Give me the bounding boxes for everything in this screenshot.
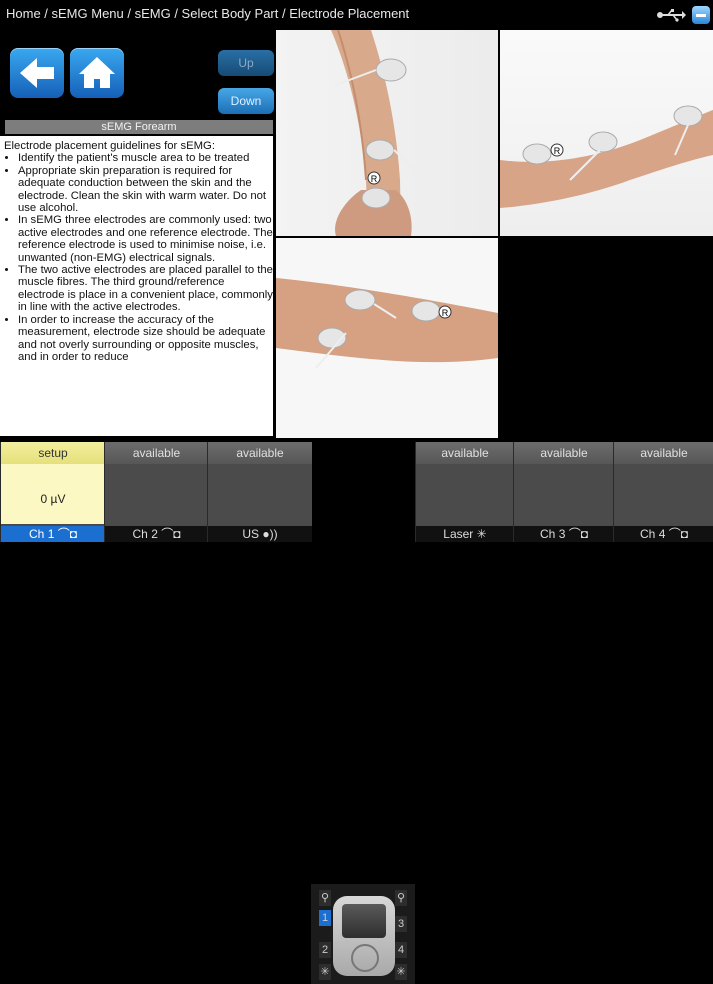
forearm-placement-image-1: R — [276, 30, 498, 236]
channel-display — [105, 464, 208, 524]
reference-electrode-label: R — [554, 146, 561, 156]
ultrasound-tile[interactable]: available US ●)) — [207, 442, 312, 542]
channel-4-tile[interactable]: available Ch 4 ⌒◘ — [613, 442, 713, 542]
device-selector[interactable]: ⚲ 1 2 ✳ ⚲ 3 4 ✳ — [311, 884, 415, 984]
channel-label: Ch 3 ⌒◘ — [514, 526, 614, 542]
channel-status: available — [208, 442, 312, 464]
channel-label: Ch 1 ⌒◘ — [1, 526, 105, 542]
slot-4[interactable]: 4 — [395, 942, 407, 958]
laser-slot-icon: ✳ — [319, 964, 331, 980]
top-bar: Home / sEMG Menu / sEMG / Select Body Pa… — [0, 0, 713, 30]
channel-status: available — [514, 442, 614, 464]
channel-status: available — [614, 442, 713, 464]
channel-2-tile[interactable]: available Ch 2 ⌒◘ — [104, 442, 208, 542]
channel-bar: setup 0 µV Ch 1 ⌒◘ available Ch 2 ⌒◘ ava… — [0, 442, 713, 984]
electrode-icon: ⌒◘ — [161, 527, 181, 541]
slot-2[interactable]: 2 — [319, 942, 331, 958]
settings-icon[interactable] — [692, 6, 710, 24]
channel-status: available — [416, 442, 514, 464]
guideline-item: In sEMG three electrodes are commonly us… — [18, 214, 273, 264]
reference-electrode-label: R — [371, 174, 378, 184]
guideline-item: The two active electrodes are placed par… — [18, 264, 273, 314]
channel-display — [514, 464, 614, 524]
usb-icon — [657, 9, 686, 22]
ultrasound-icon: ●)) — [262, 527, 278, 541]
guidelines-intro: Electrode placement guidelines for sEMG: — [4, 140, 215, 152]
channel-label: Laser ✳ — [416, 526, 514, 542]
slot-3[interactable]: 3 — [395, 916, 407, 932]
guideline-item: In order to increase the accuracy of the… — [18, 314, 273, 364]
channel-display — [208, 464, 312, 524]
laser-slot-icon: ✳ — [395, 964, 407, 980]
back-button[interactable] — [10, 48, 64, 98]
channel-display — [614, 464, 713, 524]
reference-electrode-label: R — [442, 308, 449, 318]
channel-status: available — [105, 442, 208, 464]
empty-image-slot — [500, 238, 713, 438]
channel-label: Ch 4 ⌒◘ — [614, 526, 713, 542]
breadcrumb: Home / sEMG Menu / sEMG / Select Body Pa… — [6, 6, 410, 21]
channel-display — [416, 464, 514, 524]
electrode-cable-icon: ⚲ — [395, 890, 407, 906]
guideline-item: Identify the patient's muscle area to be… — [18, 152, 273, 164]
laser-icon: ✳ — [476, 527, 487, 541]
laser-tile[interactable]: available Laser ✳ — [415, 442, 514, 542]
channel-1-tile[interactable]: setup 0 µV Ch 1 ⌒◘ — [0, 442, 105, 542]
slot-1[interactable]: 1 — [319, 910, 331, 926]
home-button[interactable] — [70, 48, 124, 98]
panel-title: sEMG Forearm — [5, 120, 273, 134]
scroll-down-button[interactable]: Down — [218, 88, 274, 114]
channel-3-tile[interactable]: available Ch 3 ⌒◘ — [513, 442, 614, 542]
guideline-item: Appropriate skin preparation is required… — [18, 165, 273, 215]
back-arrow-icon — [20, 58, 54, 88]
scroll-up-button[interactable]: Up — [218, 50, 274, 76]
electrode-icon: ⌒◘ — [568, 527, 588, 541]
channel-label: Ch 2 ⌒◘ — [105, 526, 208, 542]
electrode-icon: ⌒◘ — [668, 527, 688, 541]
forearm-placement-image-2: R — [500, 30, 713, 236]
device-icon — [333, 896, 395, 976]
electrode-cable-icon: ⚲ — [319, 890, 331, 906]
channel-status: setup — [1, 442, 105, 464]
channel-value: 0 µV — [40, 492, 66, 506]
guidelines-text[interactable]: Electrode placement guidelines for sEMG:… — [0, 136, 273, 436]
forearm-placement-image-3: R — [276, 238, 498, 438]
channel-label: US ●)) — [208, 526, 312, 542]
home-icon — [79, 57, 115, 88]
electrode-icon: ⌒◘ — [57, 527, 77, 541]
